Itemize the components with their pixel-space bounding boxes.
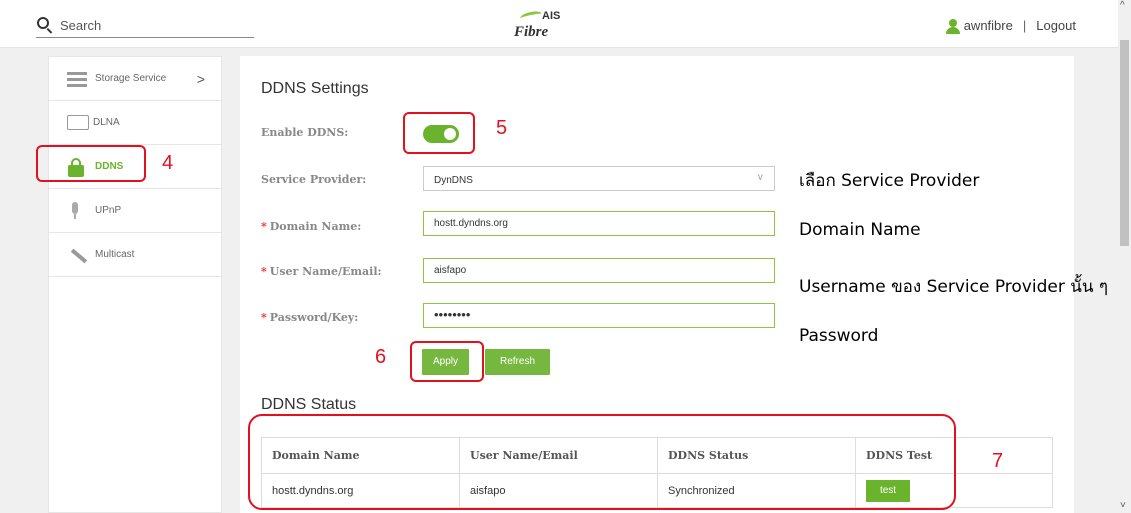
annotation-number: 6 <box>375 346 387 368</box>
sidebar-item-storage-service[interactable]: Storage Service > <box>49 57 221 101</box>
service-provider-label: Service Provider: <box>261 173 367 186</box>
page-scrollbar[interactable]: ^ ˅ <box>1118 0 1131 513</box>
password-key-label: * Password/Key: <box>261 311 359 324</box>
sidebar-item-label: Multicast <box>95 249 135 260</box>
username-email-label: * User Name/Email: <box>261 265 382 278</box>
chevron-down-icon: ∨ <box>756 172 764 183</box>
sidebar-item-label: DLNA <box>93 117 120 128</box>
page-title: DDNS Settings <box>261 80 369 97</box>
annotation-box-ddns <box>36 145 146 182</box>
note-domain-name: Domain Name <box>799 220 921 240</box>
storage-icon <box>67 70 91 88</box>
annotation-number: 5 <box>496 117 508 139</box>
refresh-button[interactable]: Refresh <box>485 349 550 375</box>
ddns-status-title: DDNS Status <box>261 396 357 413</box>
domain-name-label: * Domain Name: <box>261 220 362 233</box>
scroll-down-icon[interactable]: ˅ <box>1120 500 1126 511</box>
ais-fibre-logo: AIS Fibre <box>514 9 561 40</box>
logout-link[interactable]: Logout <box>1036 18 1076 33</box>
user-icon <box>945 18 960 34</box>
chevron-right-icon: > <box>196 71 205 87</box>
password-key-input[interactable]: •••••••• <box>423 303 775 328</box>
annotation-box-apply <box>410 341 484 382</box>
scroll-up-icon[interactable]: ^ <box>1120 0 1125 11</box>
annotation-number: 4 <box>162 152 174 174</box>
annotation-number: 7 <box>992 450 1004 472</box>
sidebar-item-multicast[interactable]: Multicast <box>49 233 221 277</box>
sidebar-item-label: Storage Service <box>95 73 167 84</box>
sidebar-item-label: UPnP <box>95 205 122 216</box>
annotation-box-status <box>248 414 956 510</box>
top-header: Search AIS Fibre awnfibre | Logout <box>0 0 1118 48</box>
username-email-input[interactable]: aisfapo <box>423 258 775 283</box>
sidebar-item-upnp[interactable]: UPnP <box>49 189 221 233</box>
user-area: awnfibre | Logout <box>945 18 1076 34</box>
separator: | <box>1022 18 1027 33</box>
username-label[interactable]: awnfibre <box>964 18 1013 33</box>
note-username: Username ของ Service Provider นั้น ๆ <box>799 277 1109 297</box>
search-input[interactable]: Search <box>36 14 254 38</box>
wrench-icon <box>67 246 91 264</box>
note-service-provider: เลือก Service Provider <box>799 171 980 191</box>
microphone-icon <box>67 201 91 220</box>
domain-name-input[interactable]: hostt.dyndns.org <box>423 211 775 236</box>
sidebar-item-dlna[interactable]: DLNA <box>49 101 221 145</box>
note-password: Password <box>799 326 879 346</box>
service-provider-value: DynDNS <box>434 175 473 186</box>
cast-icon <box>67 115 89 130</box>
search-icon <box>36 16 56 36</box>
annotation-box-toggle <box>403 112 475 154</box>
service-provider-select[interactable]: DynDNS ∨ <box>423 166 775 191</box>
sidebar: Storage Service > DLNA DDNS UPnP Multica… <box>48 56 222 513</box>
enable-ddns-label: Enable DDNS: <box>261 126 349 139</box>
scroll-thumb[interactable] <box>1120 40 1129 246</box>
search-placeholder: Search <box>60 18 102 33</box>
